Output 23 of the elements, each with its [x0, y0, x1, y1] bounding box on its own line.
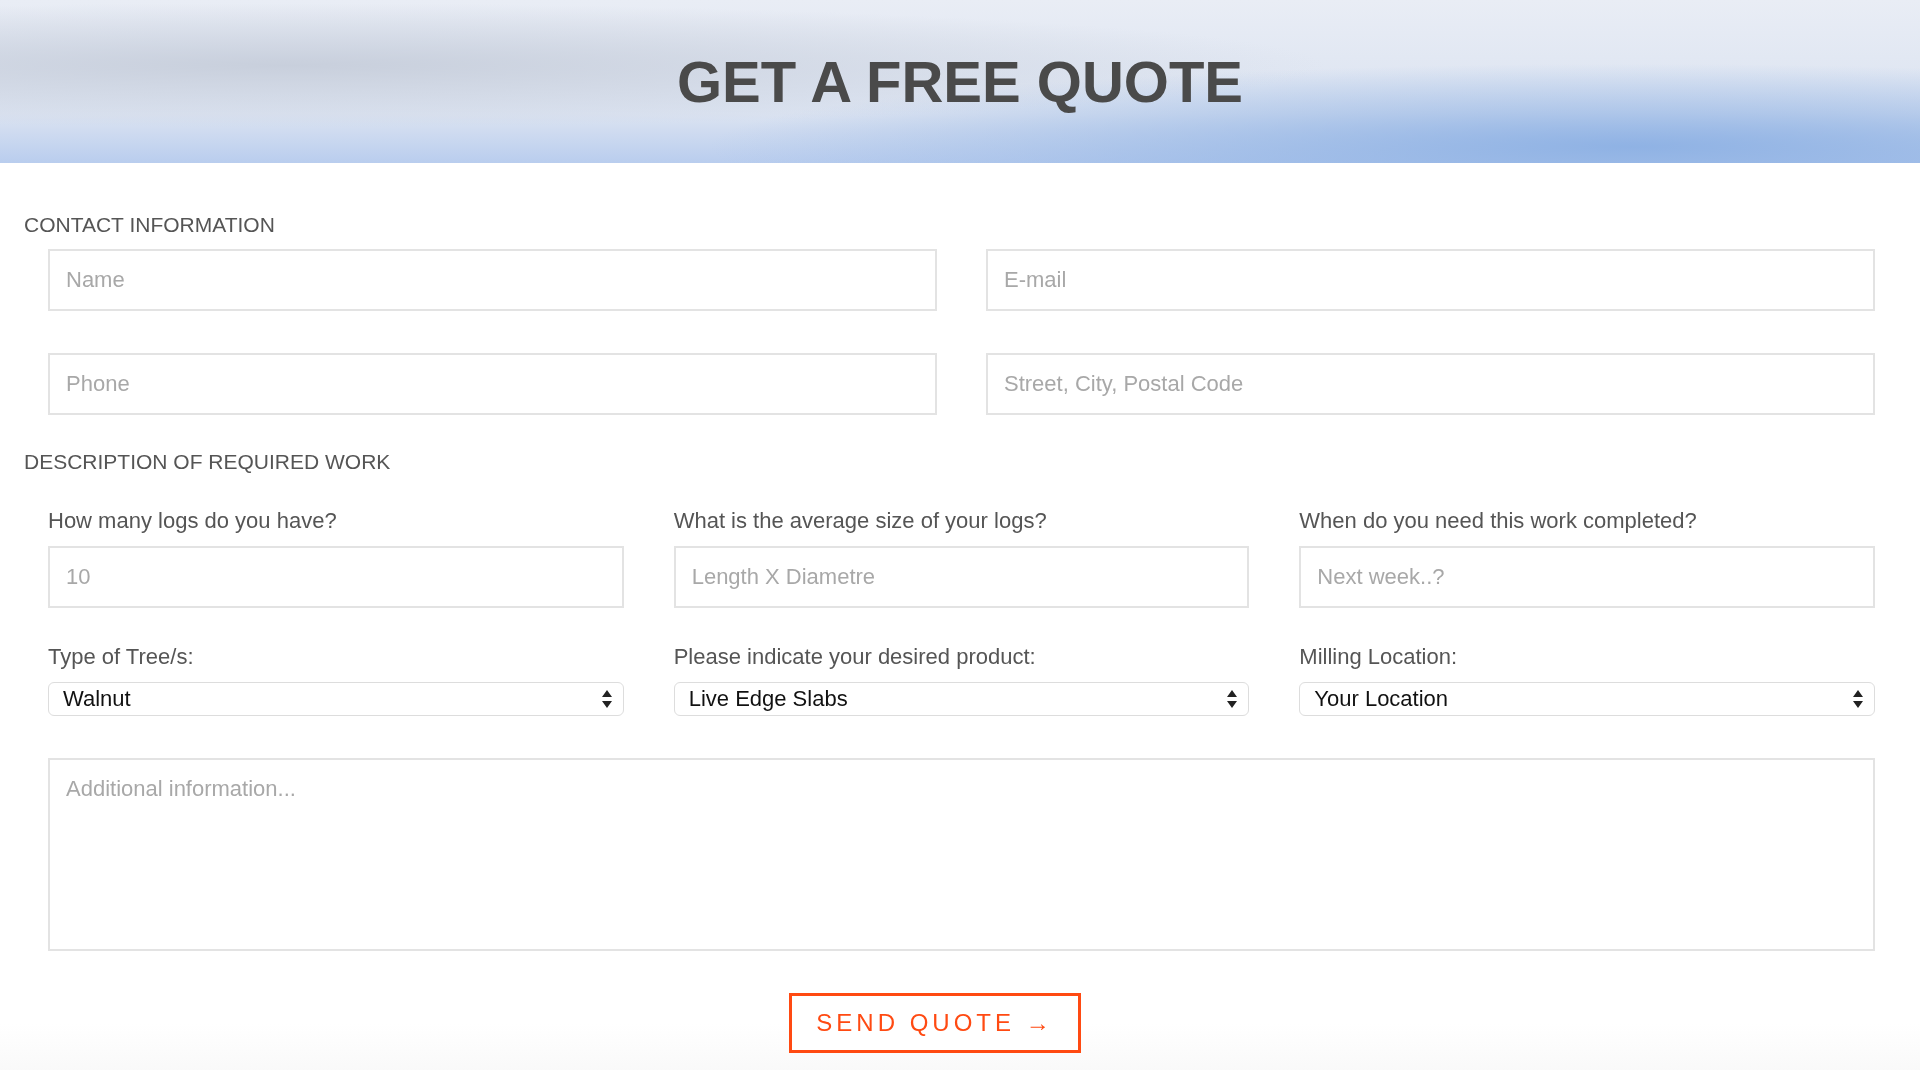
input-field[interactable]: Length X Diametre: [673, 546, 1250, 608]
field-label: Please indicate your desired product:: [673, 644, 1037, 670]
field-label: What is the average size of your logs?: [673, 508, 1048, 534]
dropdown-select[interactable]: Walnut: [48, 682, 624, 716]
dropdown-select[interactable]: Live Edge Slabs: [673, 682, 1250, 716]
updown-arrows-icon: [1226, 689, 1239, 709]
input-field[interactable]: E-mail: [986, 249, 1875, 311]
input-field[interactable]: 10: [48, 546, 624, 608]
page-title: GET A FREE QUOTE: [676, 48, 1244, 115]
updown-arrows-icon: [600, 689, 613, 709]
text-area[interactable]: Additional information...: [48, 758, 1875, 951]
section-heading: DESCRIPTION OF REQUIRED WORK: [24, 450, 392, 474]
field-label: How many logs do you have?: [48, 508, 338, 534]
input-field[interactable]: Phone: [48, 353, 937, 415]
field-label: When do you need this work completed?: [1299, 508, 1698, 534]
input-field[interactable]: Street, City, Postal Code: [986, 353, 1875, 415]
field-label: Type of Tree/s:: [48, 644, 195, 670]
section-heading: CONTACT INFORMATION: [24, 213, 276, 237]
input-field[interactable]: Next week..?: [1299, 546, 1875, 608]
dropdown-select[interactable]: Your Location: [1299, 682, 1875, 716]
field-label: Milling Location:: [1299, 644, 1459, 670]
updown-arrows-icon: [1852, 689, 1864, 709]
input-field[interactable]: Name: [48, 249, 937, 311]
